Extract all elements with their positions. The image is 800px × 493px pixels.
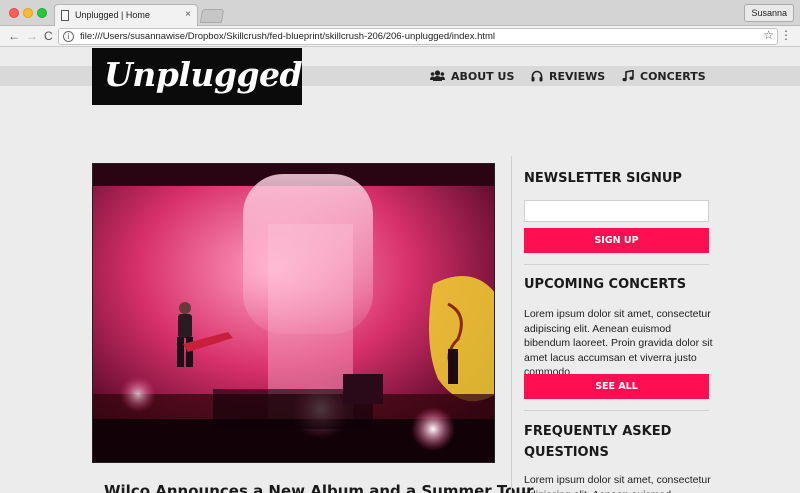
headphones-icon: [531, 70, 543, 82]
tab-title: Unplugged | Home: [75, 10, 150, 20]
site-logo[interactable]: Unplugged: [92, 48, 303, 105]
nav-concerts-label: CONCERTS: [640, 69, 706, 83]
zoom-window-button[interactable]: [37, 8, 47, 18]
address-bar[interactable]: i file:///Users/susannawise/Dropbox/Skil…: [58, 28, 778, 45]
nav-concerts[interactable]: CONCERTS: [622, 69, 706, 83]
upcoming-concerts-heading: UPCOMING CONCERTS: [524, 277, 687, 292]
newsletter-email-input[interactable]: [524, 200, 709, 222]
url-text[interactable]: file:///Users/susannawise/Dropbox/Skillc…: [80, 31, 495, 42]
profile-button[interactable]: Susanna: [744, 4, 794, 22]
upcoming-concerts-text: Lorem ipsum dolor sit amet, consectetur …: [524, 308, 713, 378]
nav-reviews-label: REVIEWS: [549, 69, 606, 83]
nav-about-us[interactable]: ABOUT US: [430, 69, 514, 83]
close-window-button[interactable]: [9, 8, 19, 18]
sidebar-separator: [524, 264, 709, 265]
music-note-icon: [622, 70, 634, 82]
hero-concert-image[interactable]: [92, 163, 495, 463]
nav-reviews[interactable]: REVIEWS: [531, 69, 605, 83]
document-icon: [61, 10, 69, 21]
web-page: Unplugged ABOUT US REVIEWS CONCERTS Wilc…: [0, 48, 800, 493]
browser-tab[interactable]: Unplugged | Home ×: [54, 4, 198, 27]
sign-up-button[interactable]: SIGN UP: [524, 228, 709, 253]
see-all-button[interactable]: SEE ALL: [524, 374, 709, 399]
back-arrow-icon[interactable]: ←: [8, 29, 20, 43]
browser-toolbar: ← → C i file:///Users/susannawise/Dropbo…: [0, 26, 800, 47]
concert-photo: [93, 164, 494, 462]
close-tab-icon[interactable]: ×: [185, 9, 191, 20]
faq-text: Lorem ipsum dolor sit amet, consectetur …: [524, 474, 711, 493]
forward-arrow-icon[interactable]: →: [26, 29, 38, 43]
nav-about-us-label: ABOUT US: [451, 69, 515, 83]
info-icon[interactable]: i: [63, 31, 74, 42]
new-tab-button[interactable]: [199, 9, 225, 23]
sidebar-separator: [524, 410, 709, 411]
article-title-link[interactable]: Wilco Announces a New Album and a Summer…: [104, 482, 534, 493]
minimize-window-button[interactable]: [23, 8, 33, 18]
newsletter-heading: NEWSLETTER SIGNUP: [524, 171, 682, 186]
browser-tab-bar: Unplugged | Home × Susanna: [0, 0, 800, 27]
reload-icon[interactable]: C: [44, 29, 53, 43]
bookmark-star-icon[interactable]: ☆: [763, 28, 774, 42]
faq-heading: FREQUENTLY ASKED QUESTIONS: [524, 424, 672, 460]
users-icon: [430, 70, 445, 81]
sidebar-divider: [511, 156, 512, 493]
browser-menu-icon[interactable]: ⋮: [780, 28, 792, 42]
